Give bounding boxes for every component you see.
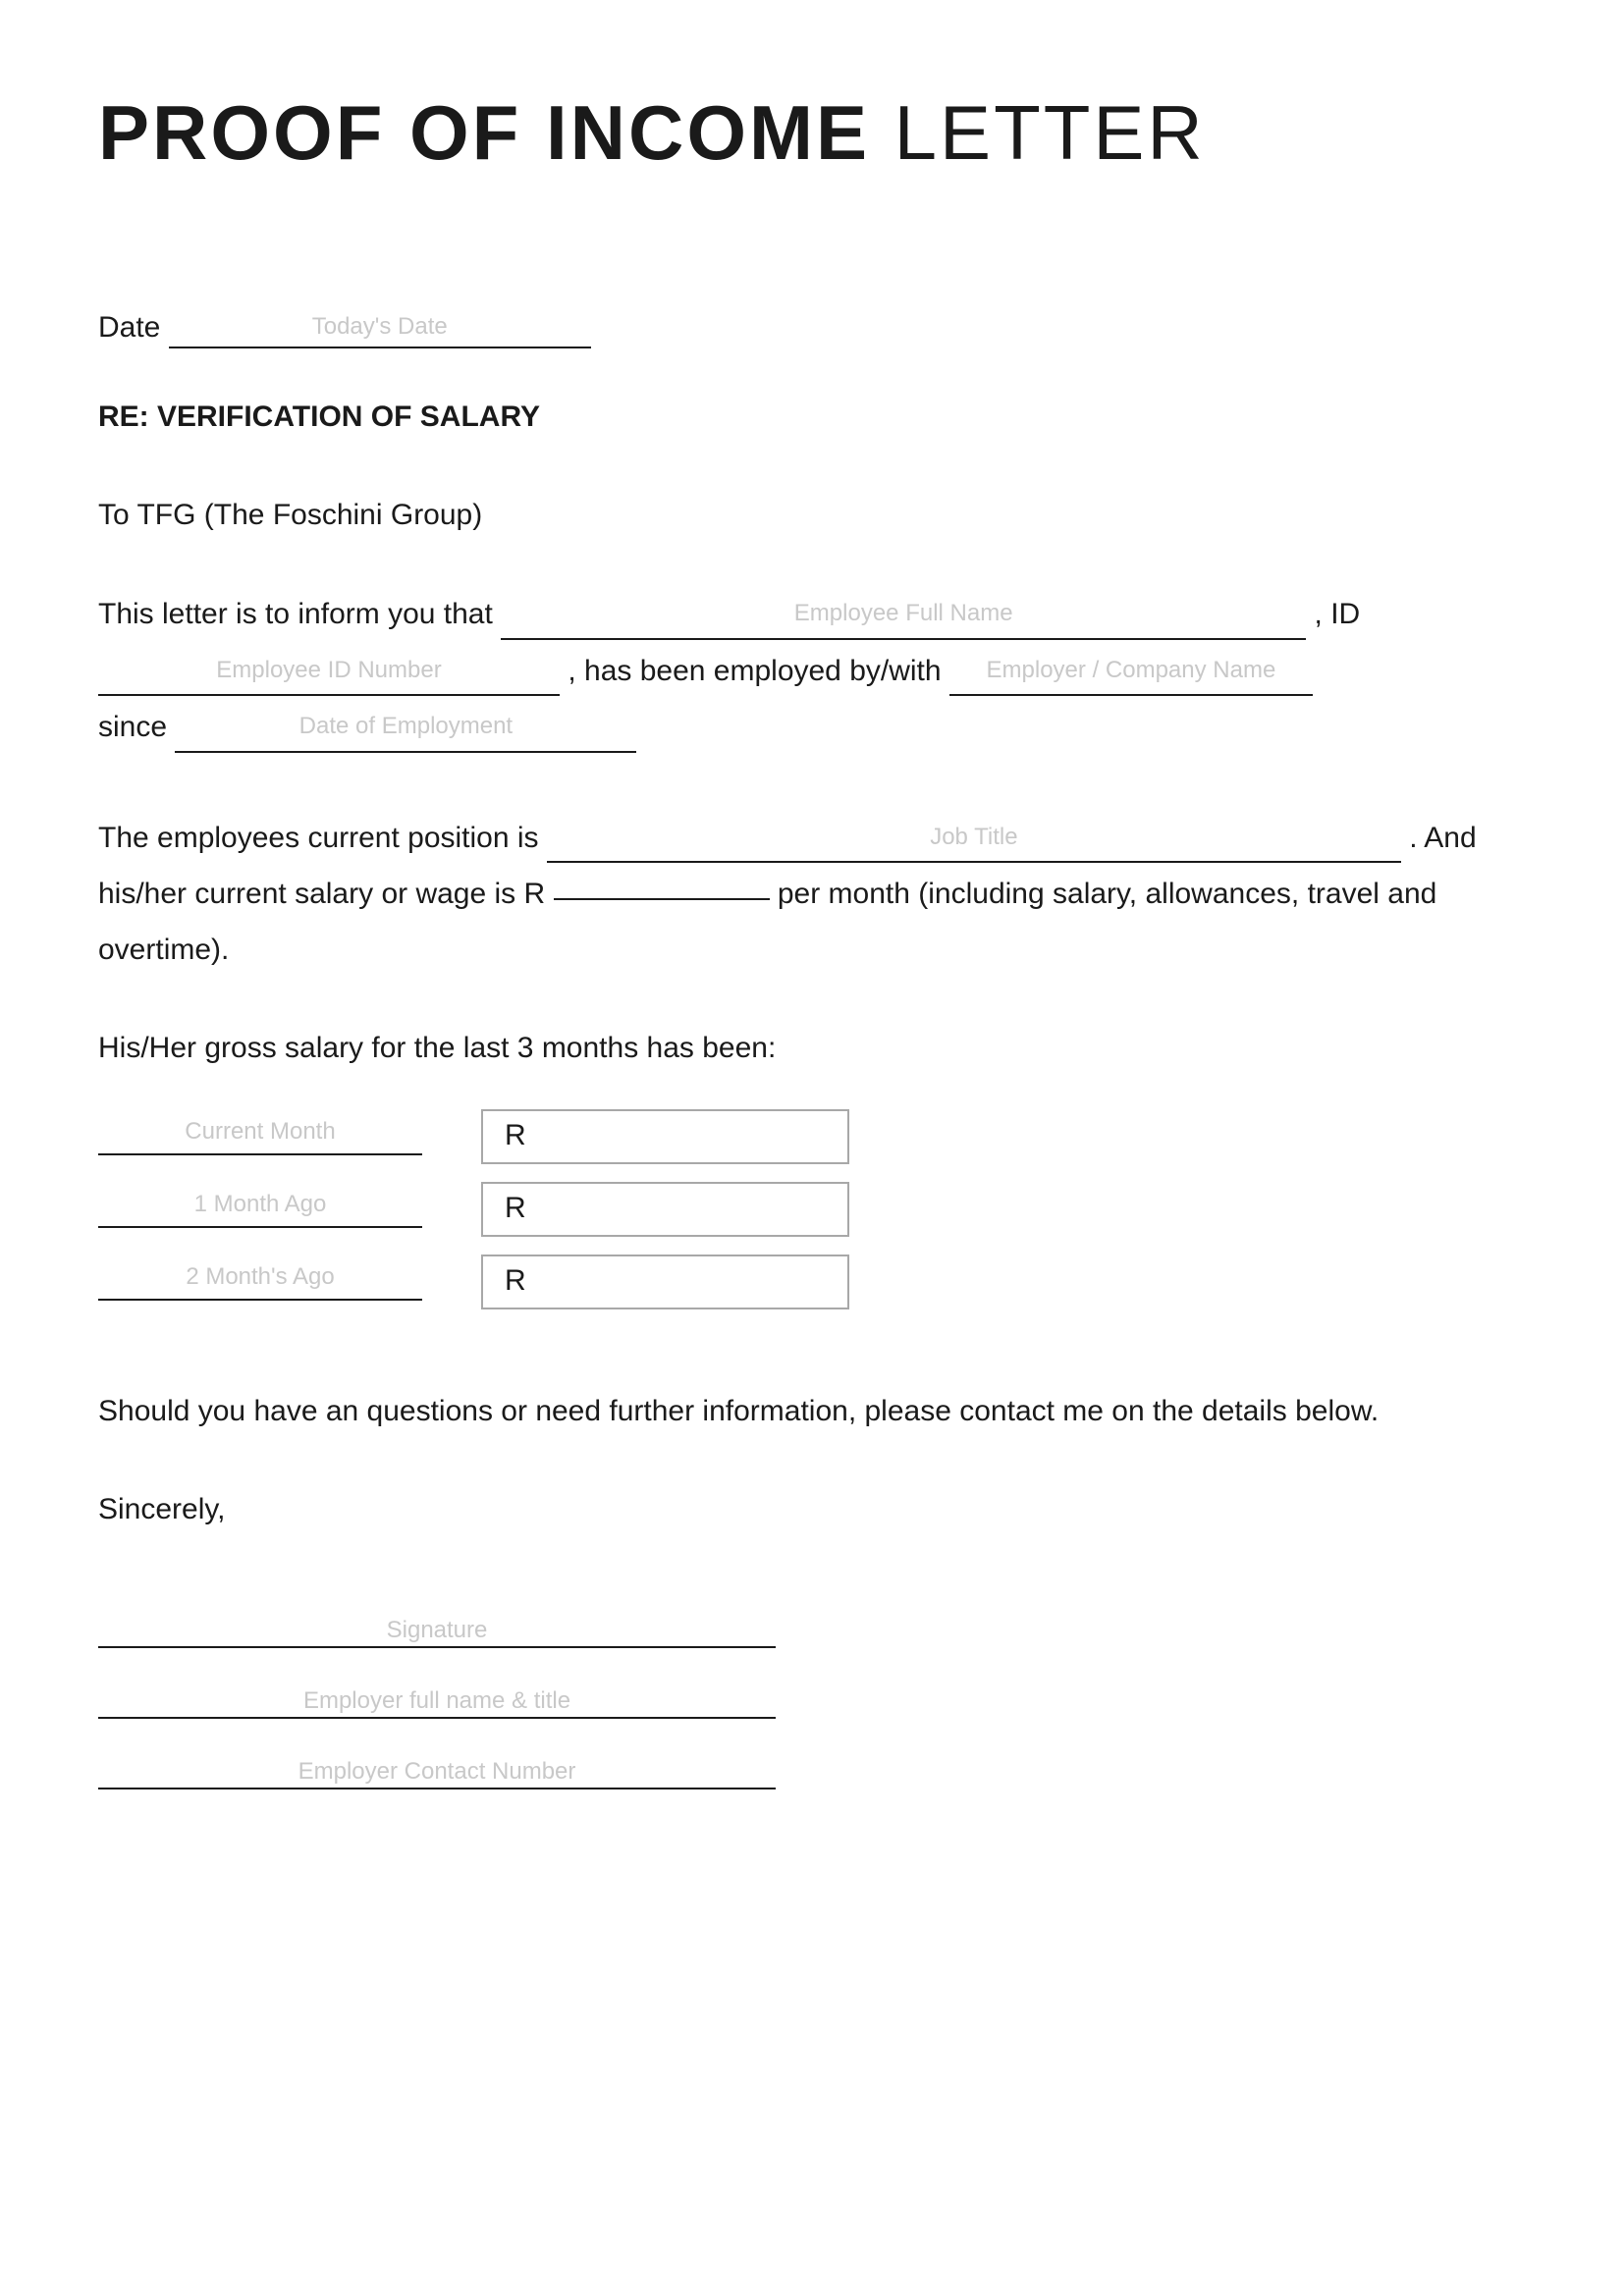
title-bold: PROOF OF INCOME xyxy=(98,89,870,176)
salary-amount-1mo[interactable]: R xyxy=(481,1182,849,1237)
p1-text2: ID xyxy=(1330,598,1360,630)
salary-row-1mo: 1 Month Ago R xyxy=(98,1182,1526,1237)
signature-field[interactable]: Signature xyxy=(98,1617,776,1648)
date-field[interactable]: Today's Date xyxy=(169,309,591,348)
p1-text4: since xyxy=(98,711,167,743)
employer-name-title-field[interactable]: Employer full name & title xyxy=(98,1687,776,1719)
salary-table: Current Month R 1 Month Ago R 2 Month's … xyxy=(98,1109,1526,1309)
employer-contact-field[interactable]: Employer Contact Number xyxy=(98,1758,776,1789)
job-title-field[interactable]: Job Title xyxy=(547,815,1401,864)
salary-intro: His/Her gross salary for the last 3 mont… xyxy=(98,1032,1526,1065)
employer-name-field[interactable]: Employer / Company Name xyxy=(949,648,1313,697)
p2-text1: The employees current position is xyxy=(98,822,539,854)
salary-label-2mo: 2 Month's Ago xyxy=(98,1263,422,1301)
p1-text1: This letter is to inform you that xyxy=(98,598,493,630)
p2-period: . xyxy=(1409,822,1417,854)
signature-block: Signature Employer full name & title Emp… xyxy=(98,1620,1526,1832)
date-label: Date xyxy=(98,311,160,344)
subject-line: RE: VERIFICATION OF SALARY xyxy=(98,400,1526,434)
salary-row-current: Current Month R xyxy=(98,1109,1526,1164)
employment-date-field[interactable]: Date of Employment xyxy=(175,704,636,753)
paragraph-1: This letter is to inform you that Employ… xyxy=(98,586,1526,756)
salary-amount-current[interactable]: R xyxy=(481,1109,849,1164)
salary-label-current: Current Month xyxy=(98,1118,422,1155)
salary-amount-2mo[interactable]: R xyxy=(481,1255,849,1309)
addressee-line: To TFG (The Foschini Group) xyxy=(98,493,1526,537)
p1-comma1: , xyxy=(1315,598,1323,630)
salary-amount-field[interactable] xyxy=(554,896,770,900)
salary-row-2mo: 2 Month's Ago R xyxy=(98,1255,1526,1309)
salary-label-1mo: 1 Month Ago xyxy=(98,1191,422,1228)
paragraph-2: The employees current position is Job Ti… xyxy=(98,810,1526,979)
date-line: Date Today's Date xyxy=(98,305,1526,351)
employee-name-field[interactable]: Employee Full Name xyxy=(501,591,1306,640)
document-title: PROOF OF INCOME LETTER xyxy=(98,88,1526,178)
p1-text3: , has been employed by/with xyxy=(568,655,941,687)
closing-paragraph: Should you have an questions or need fur… xyxy=(98,1383,1526,1439)
employee-id-field[interactable]: Employee ID Number xyxy=(98,648,560,697)
title-light: LETTER xyxy=(894,89,1206,176)
sincerely: Sincerely, xyxy=(98,1493,1526,1526)
